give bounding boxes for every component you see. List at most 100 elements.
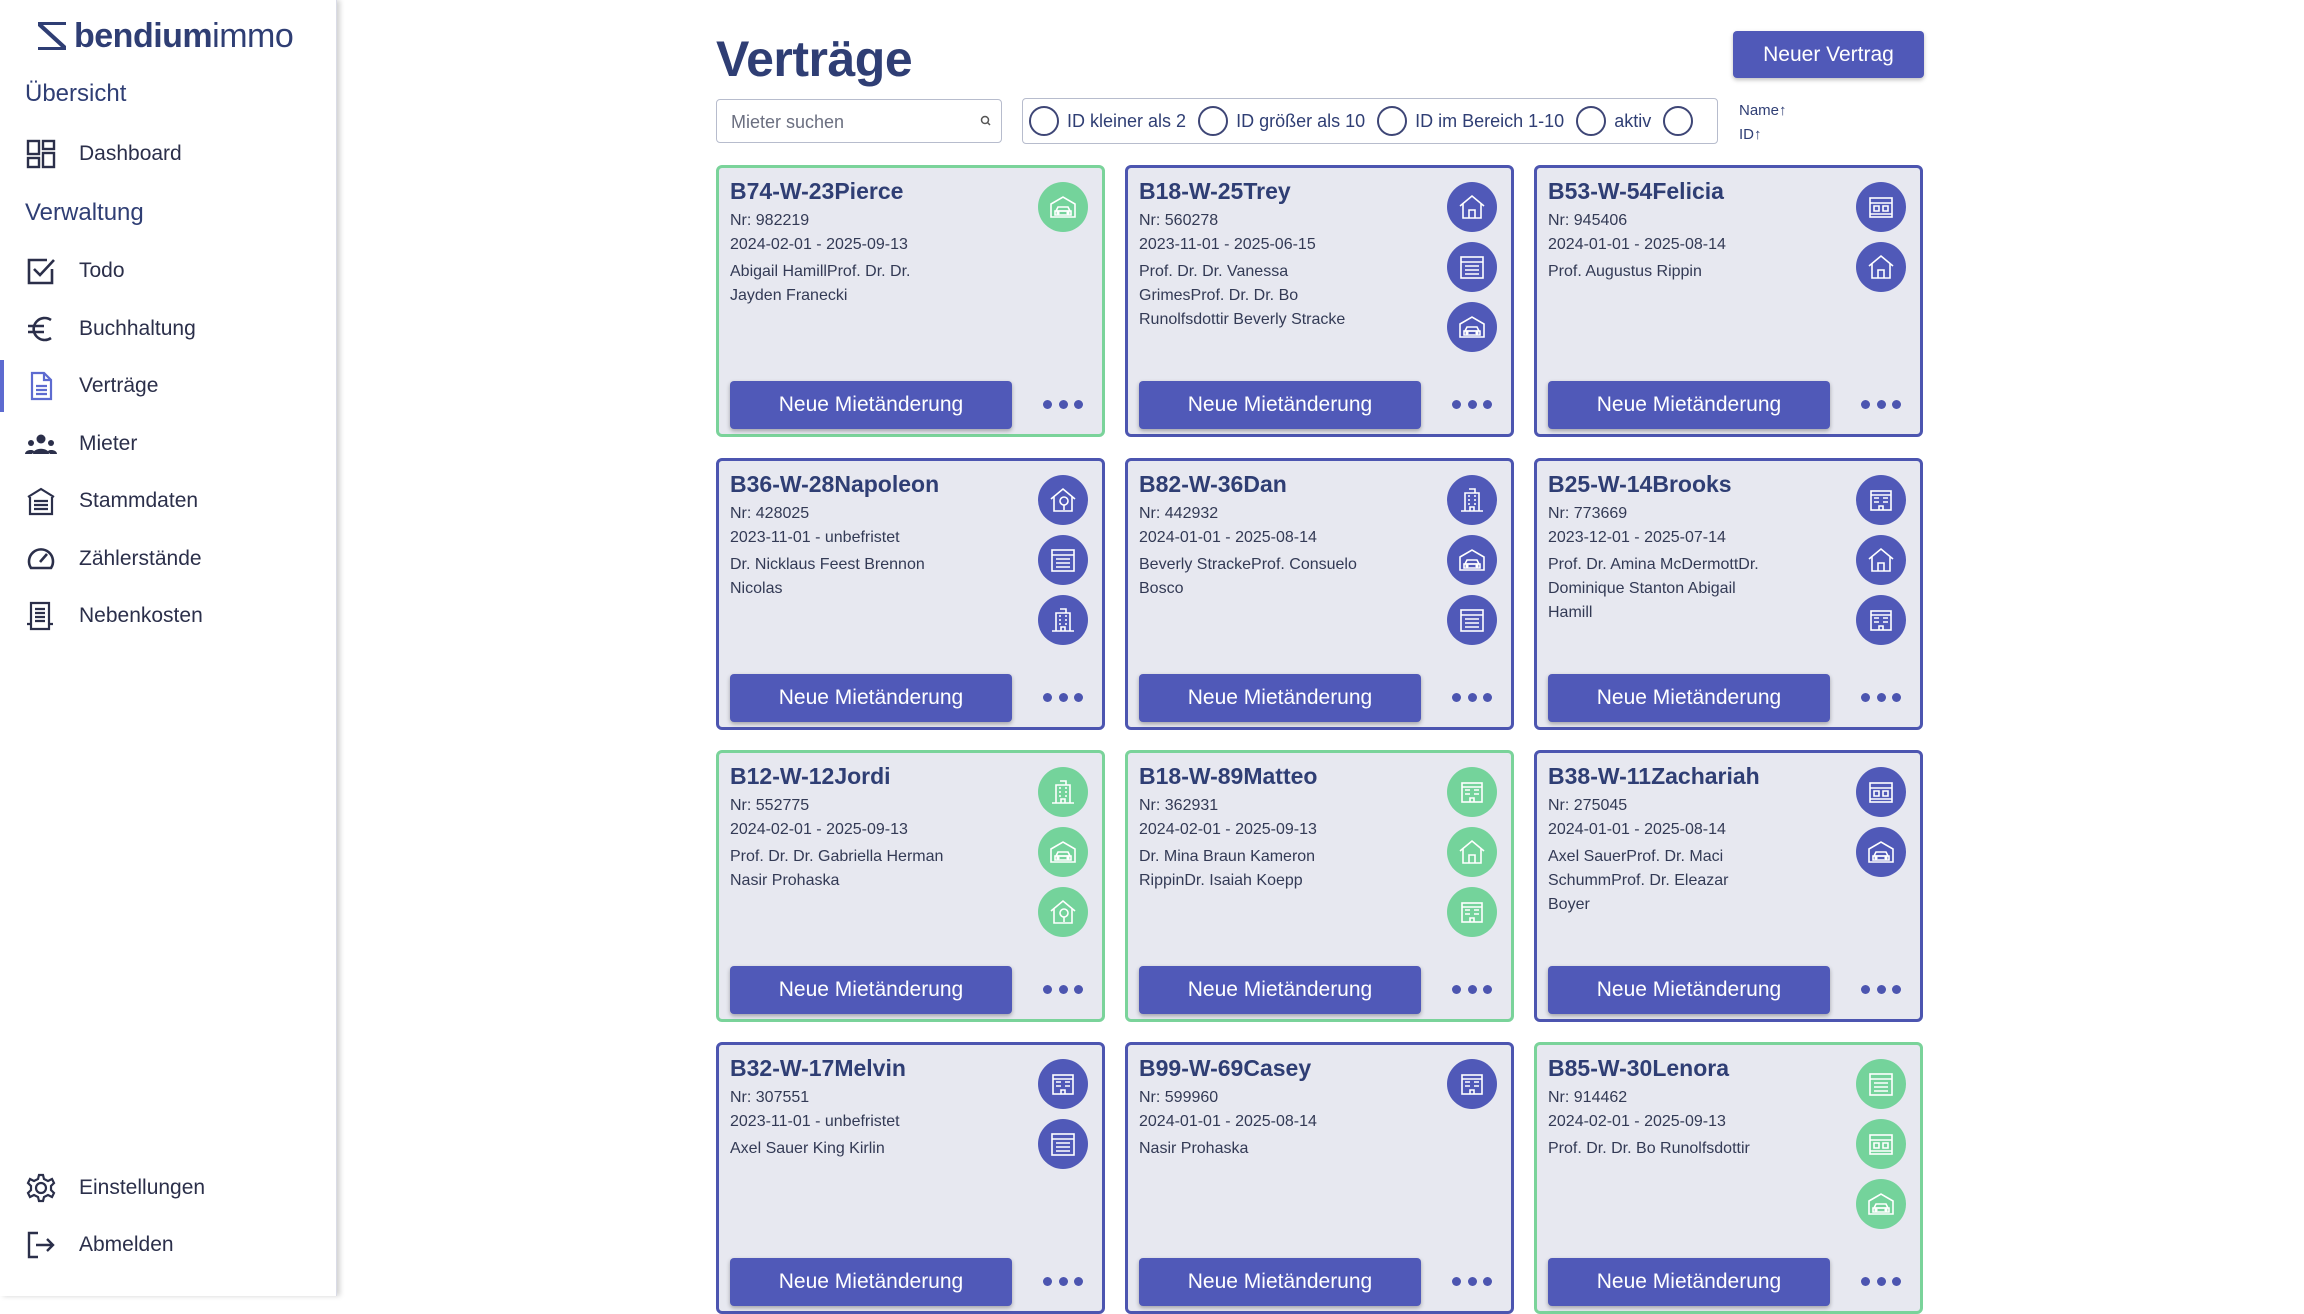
sidebar-item-vertraege[interactable]: Verträge [0, 358, 336, 414]
garage-icon[interactable] [1856, 1179, 1906, 1229]
contract-card[interactable]: B36-W-28Napoleon Nr: 428025 2023-11-01 - u… [716, 458, 1105, 730]
new-rent-change-button[interactable]: Neue Mietänderung [730, 966, 1012, 1014]
contract-card[interactable]: B18-W-25Trey Nr: 560278 2023-11-01 - 2025-… [1125, 165, 1514, 437]
new-rent-change-button[interactable]: Neue Mietänderung [1139, 674, 1421, 722]
filter-radio[interactable] [1377, 106, 1408, 136]
new-rent-change-button[interactable]: Neue Mietänderung [1139, 1258, 1421, 1306]
new-contract-button[interactable]: Neuer Vertrag [1733, 31, 1924, 78]
office-icon[interactable] [1038, 1059, 1088, 1109]
sidebar-item-todo[interactable]: Todo [0, 243, 336, 299]
more-options-icon[interactable] [1452, 685, 1492, 709]
sort-by-name[interactable]: Name↑ [1739, 99, 1787, 123]
sidebar-item-stammdaten[interactable]: Stammdaten [0, 473, 336, 529]
apartment-icon[interactable] [1038, 767, 1088, 817]
more-options-icon[interactable] [1452, 392, 1492, 416]
garage-icon[interactable] [1447, 535, 1497, 585]
office-icon[interactable] [1447, 767, 1497, 817]
more-options-icon[interactable] [1452, 1269, 1492, 1293]
filter-bar[interactable]: ID kleiner als 2 ID größer als 10 ID im … [1022, 98, 1718, 144]
contract-card[interactable]: B18-W-89Matteo Nr: 362931 2024-02-01 - 202… [1125, 750, 1514, 1022]
garage-icon[interactable] [1447, 302, 1497, 352]
logout-label: Abmelden [79, 1233, 174, 1256]
house-icon[interactable] [1447, 182, 1497, 232]
house-icon[interactable] [1856, 242, 1906, 292]
contract-period: 2024-02-01 - 2025-09-13 [730, 236, 908, 253]
garden-icon[interactable] [1038, 475, 1088, 525]
office-icon[interactable] [1856, 475, 1906, 525]
new-rent-change-button[interactable]: Neue Mietänderung [1548, 1258, 1830, 1306]
object-icons [1038, 1059, 1088, 1179]
contract-number: Nr: 307551 [730, 1089, 810, 1106]
filter-id-less-than-2[interactable]: ID kleiner als 2 [1029, 106, 1186, 136]
sidebar-item-buchhaltung[interactable]: Buchhaltung [0, 301, 336, 357]
more-options-icon[interactable] [1861, 392, 1901, 416]
sidebar-item-abmelden[interactable]: Abmelden [0, 1217, 336, 1273]
contract-title: B99-W-69Casey [1139, 1055, 1312, 1081]
office-icon[interactable] [1856, 595, 1906, 645]
contract-card[interactable]: B38-W-11Zachariah Nr: 275045 2024-01-01 - … [1534, 750, 1923, 1022]
contract-tenants: Dr. Mina Braun Kameron RippinDr. Isaiah … [1139, 848, 1316, 889]
more-options-icon[interactable] [1861, 685, 1901, 709]
contract-card[interactable]: B32-W-17Melvin Nr: 307551 2023-11-01 - unb… [716, 1042, 1105, 1314]
office-icon[interactable] [1447, 887, 1497, 937]
filter-more[interactable] [1663, 106, 1701, 136]
contract-card[interactable]: B53-W-54Felicia Nr: 945406 2024-01-01 - 20… [1534, 165, 1923, 437]
house-icon[interactable] [1856, 535, 1906, 585]
house-icon[interactable] [1447, 827, 1497, 877]
new-rent-change-button[interactable]: Neue Mietänderung [730, 674, 1012, 722]
office-icon[interactable] [1447, 1059, 1497, 1109]
apartment-icon[interactable] [1447, 475, 1497, 525]
more-options-icon[interactable] [1861, 1269, 1901, 1293]
apartment-icon[interactable] [1038, 595, 1088, 645]
sidebar-item-mieter[interactable]: Mieter [0, 416, 336, 472]
more-options-icon[interactable] [1043, 977, 1083, 1001]
garage-box-icon[interactable] [1038, 1119, 1088, 1169]
garage-box-icon[interactable] [1038, 535, 1088, 585]
contract-card[interactable]: B99-W-69Casey Nr: 599960 2024-01-01 - 2025… [1125, 1042, 1514, 1314]
sidebar-item-einstellungen[interactable]: Einstellungen [0, 1160, 336, 1216]
filter-id-greater-than-10[interactable]: ID größer als 10 [1198, 106, 1365, 136]
new-rent-change-button[interactable]: Neue Mietänderung [1548, 966, 1830, 1014]
contract-number: Nr: 275045 [1548, 797, 1628, 814]
more-options-icon[interactable] [1861, 977, 1901, 1001]
filter-radio[interactable] [1663, 106, 1694, 136]
sidebar-item-nebenkosten[interactable]: Nebenkosten [0, 588, 336, 644]
new-rent-change-button[interactable]: Neue Mietänderung [1548, 674, 1830, 722]
garage-icon[interactable] [1038, 827, 1088, 877]
contract-card[interactable]: B74-W-23Pierce Nr: 982219 2024-02-01 - 202… [716, 165, 1105, 437]
sidebar-item-dashboard[interactable]: Dashboard [0, 126, 336, 182]
more-options-icon[interactable] [1043, 392, 1083, 416]
more-options-icon[interactable] [1043, 685, 1083, 709]
garage-icon[interactable] [1856, 827, 1906, 877]
contract-tenants: Prof. Dr. Dr. Bo Runolfsdottir [1548, 1140, 1750, 1157]
new-rent-change-button[interactable]: Neue Mietänderung [1548, 381, 1830, 429]
shop-icon[interactable] [1856, 182, 1906, 232]
new-rent-change-button[interactable]: Neue Mietänderung [1139, 381, 1421, 429]
contract-card[interactable]: B82-W-36Dan Nr: 442932 2024-01-01 - 2025-0… [1125, 458, 1514, 730]
search-input[interactable] [717, 100, 973, 144]
garage-box-icon[interactable] [1447, 242, 1497, 292]
more-options-icon[interactable] [1452, 977, 1492, 1001]
filter-radio[interactable] [1029, 106, 1059, 136]
sidebar-item-zaehlerstaende[interactable]: Zählerstände [0, 531, 336, 587]
filter-radio[interactable] [1576, 106, 1607, 136]
sort-by-id[interactable]: ID↑ [1739, 123, 1787, 147]
new-rent-change-button[interactable]: Neue Mietänderung [730, 381, 1012, 429]
shop-icon[interactable] [1856, 1119, 1906, 1169]
contract-card[interactable]: B12-W-12Jordi Nr: 552775 2024-02-01 - 2025… [716, 750, 1105, 1022]
garage-box-icon[interactable] [1447, 595, 1497, 645]
contract-card[interactable]: B25-W-14Brooks Nr: 773669 2023-12-01 - 202… [1534, 458, 1923, 730]
new-rent-change-button[interactable]: Neue Mietänderung [730, 1258, 1012, 1306]
filter-active[interactable]: aktiv [1576, 106, 1651, 136]
garage-box-icon[interactable] [1856, 1059, 1906, 1109]
contract-card[interactable]: B85-W-30Lenora Nr: 914462 2024-02-01 - 202… [1534, 1042, 1923, 1314]
filter-radio[interactable] [1198, 106, 1229, 136]
shop-icon[interactable] [1856, 767, 1906, 817]
brand-logo[interactable]: bendium immo [36, 16, 294, 56]
more-options-icon[interactable] [1043, 1269, 1083, 1293]
filter-id-range-1-10[interactable]: ID im Bereich 1-10 [1377, 106, 1564, 136]
garage-icon[interactable] [1038, 182, 1088, 232]
new-rent-change-button[interactable]: Neue Mietänderung [1139, 966, 1421, 1014]
search-field[interactable] [716, 99, 1002, 144]
garden-icon[interactable] [1038, 887, 1088, 937]
